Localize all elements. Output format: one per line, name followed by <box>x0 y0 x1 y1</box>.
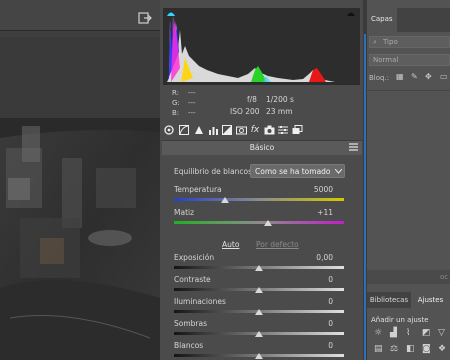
slider-value[interactable]: +11 <box>293 208 333 217</box>
focal-length: 23 mm <box>266 107 293 116</box>
slider-value[interactable]: 0 <box>293 341 333 350</box>
r-value: --- <box>188 89 196 97</box>
slider-thumb[interactable] <box>255 287 263 293</box>
slider-value[interactable]: 0 <box>293 275 333 284</box>
b-value: --- <box>188 109 196 117</box>
photo-filter-icon[interactable]: ◙ <box>422 344 431 354</box>
exposure-icon[interactable]: ◩ <box>422 328 431 338</box>
curves-icon[interactable]: ⌇ <box>406 328 410 338</box>
slider-thumb[interactable] <box>264 220 272 226</box>
expand-panel-icon[interactable] <box>138 12 152 24</box>
white-balance-label: Equilibrio de blancos: <box>174 167 255 176</box>
g-value: --- <box>188 99 196 107</box>
tab-bibliotecas-label: Bibliotecas <box>369 296 409 304</box>
iso: ISO 200 <box>230 107 260 116</box>
tab-capas[interactable]: Capas <box>367 8 397 32</box>
black-white-icon[interactable]: ◧ <box>406 344 415 354</box>
snapshots-icon[interactable] <box>291 124 303 136</box>
slider-value[interactable]: 0 <box>293 319 333 328</box>
brightness-icon[interactable]: ☼ <box>374 328 382 338</box>
dock-tab-strip <box>397 8 450 32</box>
lock-all-icon[interactable]: ▭ <box>440 72 448 81</box>
b-label: B: <box>172 109 180 117</box>
detail-icon[interactable] <box>193 124 205 136</box>
slider-thumb[interactable] <box>221 197 229 203</box>
lock-paint-icon[interactable]: ✎ <box>411 72 418 81</box>
r-label: R: <box>172 89 180 97</box>
slider-track[interactable] <box>174 198 344 201</box>
search-icon: ⌕ <box>373 38 377 46</box>
lock-label: Bloq.: <box>369 74 390 82</box>
slider-label: Temperatura <box>174 185 222 194</box>
levels-icon[interactable]: ▟ <box>390 328 397 338</box>
lower-tab-strip: Bibliotecas Ajustes <box>367 292 450 308</box>
slider-track[interactable] <box>174 221 344 224</box>
panel-menu-icon[interactable] <box>349 143 358 151</box>
slider-thumb[interactable] <box>255 331 263 337</box>
tab-bibliotecas[interactable]: Bibliotecas <box>367 292 411 308</box>
tab-capas-label: Capas <box>371 15 393 23</box>
slider-thumb[interactable] <box>255 353 263 359</box>
slider-label: Exposición <box>174 253 215 262</box>
adjustment-icons: ☼ ▟ ⌇ ◩ ▽ ▤ ⚖ ◧ ◙ ❖ <box>371 328 450 358</box>
channel-mixer-icon[interactable]: ❖ <box>438 344 446 354</box>
white-balance-value: Como se ha tomado <box>255 167 331 176</box>
presets-icon[interactable] <box>277 124 289 136</box>
document-tab-strip[interactable] <box>0 30 160 37</box>
lock-position-icon[interactable]: ✥ <box>425 72 432 81</box>
highlight-clipping-icon[interactable] <box>346 9 356 17</box>
panel-title: Básico <box>249 143 275 152</box>
slider-value[interactable]: 0 <box>293 297 333 306</box>
color-balance-icon[interactable]: ⚖ <box>390 344 398 354</box>
slider-label: Matiz <box>174 208 195 217</box>
tab-ajustes-label: Ajustes <box>417 296 444 304</box>
blend-mode-value: Normal <box>373 56 399 64</box>
slider-label: Iluminaciones <box>174 297 226 306</box>
histogram <box>163 8 360 85</box>
photo-preview <box>0 118 160 360</box>
chevron-down-icon <box>335 169 342 174</box>
hsl-icon[interactable] <box>207 124 219 136</box>
vibrance-icon[interactable]: ▽ <box>438 328 445 338</box>
slider-value[interactable]: 0,00 <box>293 253 333 262</box>
auto-button[interactable]: Auto <box>222 240 239 249</box>
fx-icon[interactable]: fx <box>249 124 261 136</box>
aperture: f/8 <box>247 95 257 104</box>
panel-header: Básico <box>162 140 362 155</box>
active-drop-indicator <box>364 34 366 360</box>
layers-list-divider <box>367 90 450 91</box>
shutter-speed: 1/200 s <box>266 95 294 104</box>
white-balance-select[interactable]: Como se ha tomado <box>250 164 345 178</box>
slider-label: Blancos <box>174 341 204 350</box>
blend-mode-select[interactable]: Normal <box>369 54 450 66</box>
layers-footer: oc <box>367 270 450 284</box>
slider-label: Sombras <box>174 319 208 328</box>
camera-calibration-icon[interactable] <box>263 124 275 136</box>
g-label: G: <box>172 99 180 107</box>
panel-tabs: fx <box>163 124 360 138</box>
layer-kind-filter[interactable]: ⌕ Tipo <box>369 36 450 48</box>
shadow-clipping-icon[interactable] <box>166 9 176 17</box>
lens-icon[interactable] <box>235 124 247 136</box>
basic-panel-icon[interactable] <box>163 124 175 136</box>
tab-ajustes[interactable]: Ajustes <box>411 292 450 308</box>
add-adjustment-title: Añadir un ajuste <box>371 316 429 324</box>
default-button[interactable]: Por defecto <box>256 240 299 249</box>
split-toning-icon[interactable] <box>221 124 233 136</box>
tone-curve-icon[interactable] <box>178 124 190 136</box>
kind-placeholder: Tipo <box>383 38 398 46</box>
slider-thumb[interactable] <box>255 309 263 315</box>
footer-stub: oc <box>440 273 449 281</box>
slider-thumb[interactable] <box>255 265 263 271</box>
slider-label: Contraste <box>174 275 211 284</box>
slider-value[interactable]: 5000 <box>293 185 333 194</box>
lock-pixels-icon[interactable]: ▦ <box>396 72 404 81</box>
hue-saturation-icon[interactable]: ▤ <box>374 344 383 354</box>
